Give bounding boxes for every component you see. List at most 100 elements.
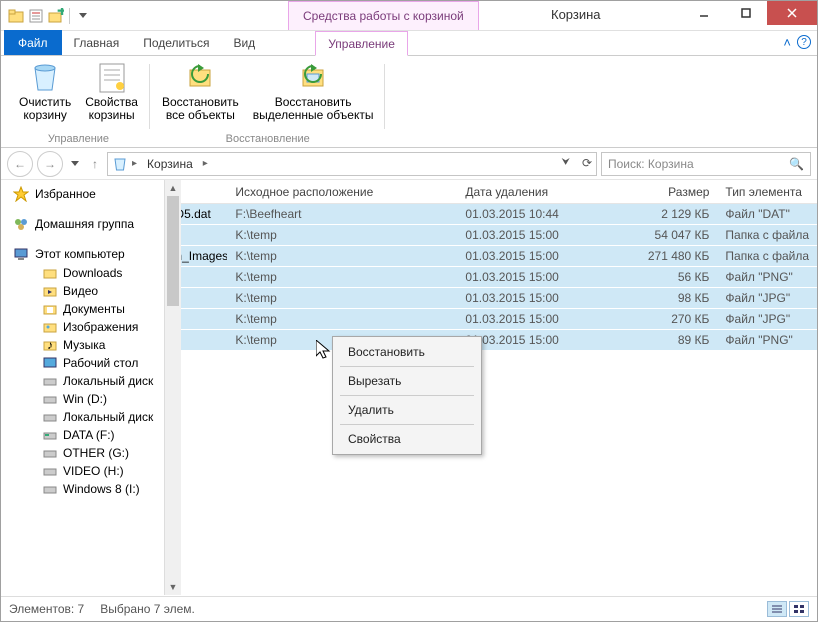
search-input[interactable]: Поиск: Корзина 🔍 [601,152,811,176]
column-headers: Исходное расположение Дата удаления Разм… [167,180,817,204]
ribbon-group-restore-label: Восстановление [226,133,310,147]
nav-win-d[interactable]: Win (D:) [1,390,166,408]
back-button[interactable]: ← [7,151,33,177]
cell-type: Файл "PNG" [717,270,817,284]
address-bar[interactable]: ▸ Корзина ▸ ⮟ ⟳ [107,152,597,176]
cell-size: 56 КБ [627,270,717,284]
title-bar: ✚ Средства работы с корзиной Корзина [1,1,817,31]
context-menu: Восстановить Вырезать Удалить Свойства [332,336,482,455]
chevron-right-icon[interactable]: ▸ [132,158,137,169]
chevron-right-icon[interactable]: ▸ [203,158,208,169]
cell-type: Папка с файла [717,249,817,263]
nav-documents[interactable]: Документы [1,300,166,318]
nav-video[interactable]: Видео [1,282,166,300]
drive-icon [43,482,57,496]
nav-pictures[interactable]: Изображения [1,318,166,336]
nav-localdisk-c[interactable]: Локальный диск [1,372,166,390]
breadcrumb-location[interactable]: Корзина [141,157,199,171]
nav-downloads[interactable]: Downloads [1,264,166,282]
ctx-separator [340,424,474,425]
table-row[interactable]: K:\temp01.03.2015 15:0054 047 КБПапка с … [167,225,817,246]
cell-size: 98 КБ [627,291,717,305]
table-row[interactable]: n_ImagesK:\temp01.03.2015 15:00271 480 К… [167,246,817,267]
nav-win8-i[interactable]: Windows 8 (I:) [1,480,166,498]
cell-size: 89 КБ [627,333,717,347]
ctx-delete[interactable]: Удалить [336,398,478,422]
minimize-button[interactable] [683,1,725,25]
tab-manage[interactable]: Управление [315,31,408,56]
search-placeholder: Поиск: Корзина [608,157,694,171]
tab-home[interactable]: Главная [62,30,132,55]
table-row[interactable]: K:\temp01.03.2015 15:0098 КБФайл "JPG" [167,288,817,309]
restore-all-button[interactable]: Восстановить все объекты [156,60,245,124]
view-details-button[interactable] [767,601,787,617]
nav-other-g[interactable]: OTHER (G:) [1,444,166,462]
nav-video-h[interactable]: VIDEO (H:) [1,462,166,480]
nav-desktop[interactable]: Рабочий стол [1,354,166,372]
recycle-bin-empty-icon [29,62,61,94]
restore-all-icon [184,62,216,94]
status-bar: Элементов: 7 Выбрано 7 элем. [1,596,817,621]
restore-selected-button[interactable]: Восстановить выделенные объекты [247,60,380,124]
bin-properties-button[interactable]: Свойства корзины [79,60,144,124]
ctx-properties[interactable]: Свойства [336,427,478,451]
scroll-down-icon[interactable]: ▼ [165,579,181,595]
column-header-original-location[interactable]: Исходное расположение [227,185,457,199]
cell-original-location: K:\temp [227,291,457,305]
nav-localdisk-e[interactable]: Локальный диск [1,408,166,426]
navigation-pane: Избранное Домашняя группа Этот компьютер… [1,180,167,595]
search-icon[interactable]: 🔍 [789,157,804,171]
column-header-date-deleted[interactable]: Дата удаления [457,185,627,199]
drive-icon [43,428,57,442]
tab-file[interactable]: Файл [4,30,62,55]
cell-size: 270 КБ [627,312,717,326]
file-list-pane: Исходное расположение Дата удаления Разм… [167,180,817,595]
table-row[interactable]: K:\temp01.03.2015 15:0089 КБФайл "PNG" [167,330,817,351]
svg-text:✚: ✚ [57,8,64,18]
recycle-bin-icon [112,156,128,172]
table-row[interactable]: K:\temp01.03.2015 15:00270 КБФайл "JPG" [167,309,817,330]
cursor-icon [316,340,334,362]
maximize-button[interactable] [725,1,767,25]
status-selected-count: Выбрано 7 элем. [100,602,195,616]
nav-data-f[interactable]: DATA (F:) [1,426,166,444]
nav-scrollbar[interactable]: ▲ ▼ [164,180,181,595]
properties-icon[interactable] [27,7,45,25]
table-row[interactable]: K:\temp01.03.2015 15:0056 КБФайл "PNG" [167,267,817,288]
svg-text:♪: ♪ [47,338,53,352]
nav-music[interactable]: ♪Музыка [1,336,166,354]
documents-folder-icon [43,302,57,316]
cell-date-deleted: 01.03.2015 15:00 [457,228,627,242]
qat-dropdown-icon[interactable] [74,7,92,25]
ctx-restore[interactable]: Восстановить [336,340,478,364]
scrollbar-thumb[interactable] [167,196,179,306]
tab-view[interactable]: Вид [221,30,267,55]
nav-favorites[interactable]: Избранное [1,184,166,204]
address-bar-row: ← → ↑ ▸ Корзина ▸ ⮟ ⟳ Поиск: Корзина 🔍 [1,148,817,180]
refresh-icon[interactable]: ⟳ [582,156,592,170]
up-button[interactable]: ↑ [87,151,103,177]
cell-date-deleted: 01.03.2015 15:00 [457,291,627,305]
table-row[interactable]: D5.datF:\Beefheart01.03.2015 10:442 129 … [167,204,817,225]
forward-button[interactable]: → [37,151,63,177]
tab-share[interactable]: Поделиться [131,30,221,55]
close-button[interactable] [767,1,817,25]
nav-homegroup[interactable]: Домашняя группа [1,214,166,234]
empty-bin-button[interactable]: Очистить корзину [13,60,77,124]
music-folder-icon: ♪ [43,338,57,352]
ctx-cut[interactable]: Вырезать [336,369,478,393]
view-icons-button[interactable] [789,601,809,617]
address-history-dropdown[interactable]: ⮟ [562,157,571,168]
help-icon[interactable]: ? [797,35,811,49]
cell-original-location: K:\temp [227,312,457,326]
scroll-up-icon[interactable]: ▲ [165,180,181,196]
nav-this-pc[interactable]: Этот компьютер [1,244,166,264]
recent-locations-button[interactable] [67,151,83,177]
homegroup-icon [13,216,29,232]
ribbon-group-manage: Очистить корзину Свойства корзины Управл… [7,60,150,147]
column-header-type[interactable]: Тип элемента [717,185,817,199]
column-header-size[interactable]: Размер [627,185,717,199]
ribbon-collapse-icon[interactable]: ˄ [783,35,791,50]
new-folder-icon[interactable]: ✚ [47,7,65,25]
cell-type: Файл "PNG" [717,333,817,347]
